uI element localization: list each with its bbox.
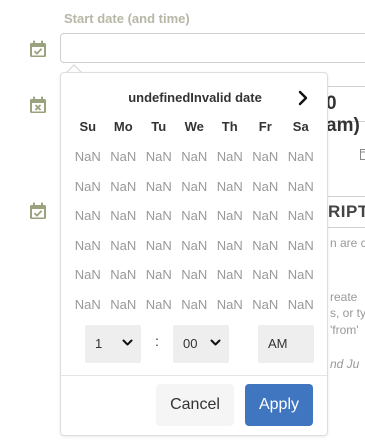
weekday-label: Su (79, 119, 97, 134)
date-picker-popup: undefinedInvalid date Su Mo Tu We Th Fr … (60, 72, 328, 436)
day-cell[interactable]: NaN (70, 290, 106, 320)
hour-select[interactable]: 1 (85, 325, 141, 363)
calendar-x-icon (28, 95, 48, 115)
day-cell[interactable]: NaN (248, 290, 284, 320)
day-cell[interactable]: NaN (177, 142, 213, 172)
day-cell[interactable]: NaN (248, 142, 284, 172)
week-row: NaN NaN NaN NaN NaN NaN NaN (70, 172, 322, 202)
day-cell[interactable]: NaN (283, 290, 319, 320)
day-cell[interactable]: NaN (177, 260, 213, 290)
help-text-fragment: s, or ty (330, 306, 365, 320)
week-row: NaN NaN NaN NaN NaN NaN NaN (70, 231, 322, 261)
day-cell[interactable]: NaN (70, 142, 106, 172)
day-cell[interactable]: NaN (106, 260, 142, 290)
day-cell[interactable]: NaN (177, 172, 213, 202)
page: Start date (and time) 0 am) RIPT n are c… (0, 0, 365, 443)
day-cell[interactable]: NaN (248, 260, 284, 290)
weekday-header-row: Su Mo Tu We Th Fr Sa (70, 119, 322, 134)
start-date-label: Start date (and time) (64, 11, 190, 26)
chevron-right-icon (298, 90, 308, 106)
divider (61, 375, 327, 376)
day-cell[interactable]: NaN (283, 172, 319, 202)
weekday-label: Th (221, 119, 238, 134)
day-cell[interactable]: NaN (177, 201, 213, 231)
calendar-check-icon (28, 201, 48, 221)
day-cell[interactable]: NaN (248, 201, 284, 231)
day-cell[interactable]: NaN (106, 231, 142, 261)
week-row: NaN NaN NaN NaN NaN NaN NaN (70, 290, 322, 320)
day-cell[interactable]: NaN (248, 172, 284, 202)
day-cell[interactable]: NaN (141, 201, 177, 231)
help-text-fragment: reate (330, 290, 358, 304)
day-cell[interactable]: NaN (141, 172, 177, 202)
day-cell[interactable]: NaN (212, 142, 248, 172)
day-cell[interactable]: NaN (106, 201, 142, 231)
weekday-label: We (184, 119, 204, 134)
calendar-check-icon (28, 39, 48, 59)
day-cell[interactable]: NaN (212, 231, 248, 261)
day-cell[interactable]: NaN (212, 172, 248, 202)
start-date-input[interactable] (60, 33, 365, 63)
help-text-fragment: n are c (330, 236, 365, 250)
day-cell[interactable]: NaN (106, 172, 142, 202)
ampm-value: AM (268, 336, 288, 351)
day-cell[interactable]: NaN (141, 231, 177, 261)
day-cell[interactable]: NaN (212, 290, 248, 320)
day-cell[interactable]: NaN (248, 231, 284, 261)
day-cell[interactable]: NaN (70, 172, 106, 202)
chevron-down-icon (122, 339, 133, 347)
cancel-button[interactable]: Cancel (156, 384, 234, 426)
minute-select[interactable]: 00 (173, 325, 229, 363)
day-cell[interactable]: NaN (70, 231, 106, 261)
day-cell[interactable]: NaN (70, 260, 106, 290)
day-grid: NaN NaN NaN NaN NaN NaN NaN NaN NaN NaN … (70, 142, 322, 320)
hour-value: 1 (95, 336, 103, 351)
time-picker-row: 1 : 00 AM (61, 325, 329, 365)
chevron-down-icon (210, 339, 221, 347)
end-time-fragment: 0 am) (326, 93, 360, 136)
day-cell[interactable]: NaN (177, 231, 213, 261)
help-text-fragment: nd Ju (330, 357, 360, 371)
day-cell[interactable]: NaN (283, 260, 319, 290)
ampm-select[interactable]: AM (258, 325, 314, 363)
day-cell[interactable]: NaN (212, 260, 248, 290)
minute-value: 00 (183, 336, 198, 351)
next-month-button[interactable] (293, 87, 313, 109)
week-row: NaN NaN NaN NaN NaN NaN NaN (70, 260, 322, 290)
day-cell[interactable]: NaN (283, 201, 319, 231)
weekday-label: Sa (292, 119, 309, 134)
weekday-label: Fr (258, 119, 272, 134)
day-cell[interactable]: NaN (177, 290, 213, 320)
month-title: undefinedInvalid date (128, 90, 262, 105)
weekday-label: Mo (113, 119, 133, 134)
day-cell[interactable]: NaN (283, 142, 319, 172)
day-cell[interactable]: NaN (141, 290, 177, 320)
week-row: NaN NaN NaN NaN NaN NaN NaN (70, 142, 322, 172)
day-cell[interactable]: NaN (283, 231, 319, 261)
day-cell[interactable]: NaN (106, 142, 142, 172)
calendar-icon (360, 147, 365, 160)
apply-button[interactable]: Apply (245, 384, 313, 426)
week-row: NaN NaN NaN NaN NaN NaN NaN (70, 201, 322, 231)
help-text-fragment: 'from' (330, 323, 359, 337)
day-cell[interactable]: NaN (141, 142, 177, 172)
weekday-label: Tu (151, 119, 167, 134)
day-cell[interactable]: NaN (141, 260, 177, 290)
description-fragment: RIPT (328, 202, 365, 221)
day-cell[interactable]: NaN (212, 201, 248, 231)
time-separator: : (155, 333, 159, 349)
day-cell[interactable]: NaN (106, 290, 142, 320)
day-cell[interactable]: NaN (70, 201, 106, 231)
